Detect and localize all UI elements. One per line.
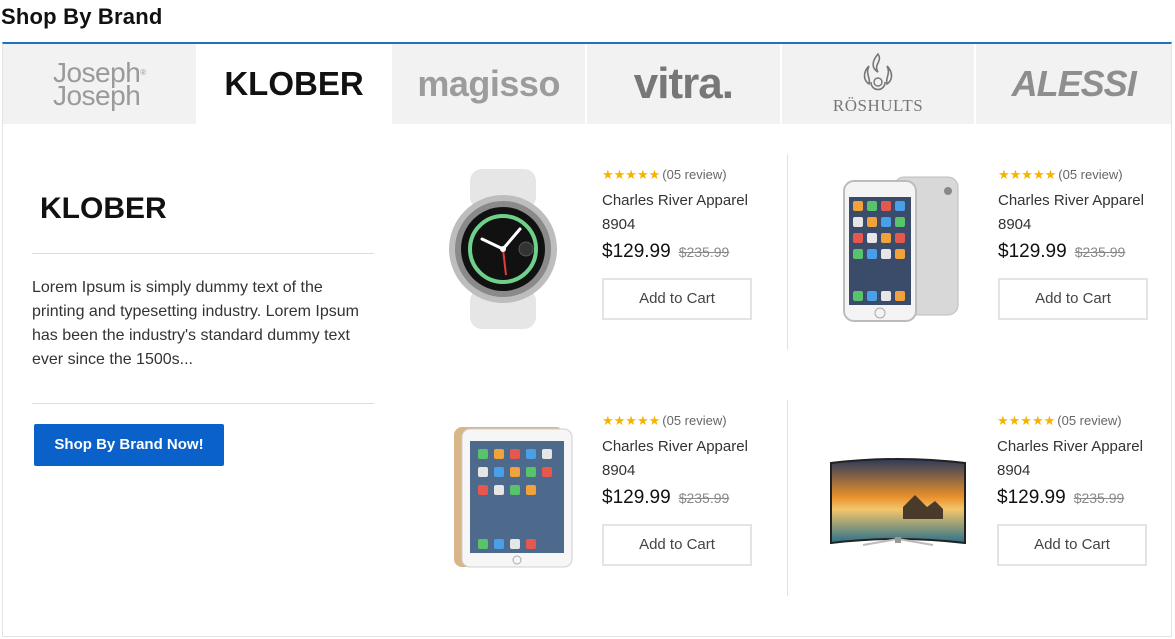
add-to-cart-button[interactable]: Add to Cart [602, 278, 752, 320]
tablet-icon [454, 427, 573, 568]
current-price: $129.99 [998, 241, 1067, 262]
add-to-cart-button[interactable]: Add to Cart [998, 278, 1148, 320]
product-image-smartwatch[interactable] [423, 164, 583, 334]
add-to-cart-button[interactable]: Add to Cart [997, 524, 1147, 566]
brand-tab-vitra[interactable]: vitra. [587, 44, 782, 124]
brand-info: KLOBER Lorem Ipsum is simply dummy text … [32, 164, 374, 466]
smartphone-icon [843, 176, 959, 322]
shop-by-brand-button[interactable]: Shop By Brand Now! [34, 424, 224, 466]
product-info: ★★★★★ (05 review) Charles River Apparel 8… [997, 413, 1175, 566]
product-image-tablet[interactable] [423, 410, 583, 580]
star-rating-icons: ★★★★★ [997, 413, 1056, 428]
brand-tab-josephjoseph[interactable]: Joseph® Joseph [3, 44, 198, 124]
roshults-wordmark: RÖSHULTS [832, 96, 924, 115]
product-info: ★★★★★ (05 review) Charles River Apparel 8… [998, 167, 1175, 320]
product-card[interactable]: ★★★★★ (05 review) Charles River Apparel 8… [413, 400, 793, 590]
klober-logo: KLOBER [224, 65, 364, 102]
product-info: ★★★★★ (05 review) Charles River Apparel 8… [602, 413, 782, 566]
magisso-logo: magisso [417, 63, 560, 104]
old-price: $235.99 [1074, 244, 1126, 260]
rating: ★★★★★ (05 review) [998, 167, 1175, 183]
product-name[interactable]: Charles River Apparel 8904 [602, 435, 782, 483]
review-count[interactable]: (05 review) [1058, 167, 1122, 182]
product-price: $129.99 $235.99 [997, 487, 1175, 509]
star-rating-icons: ★★★★★ [998, 167, 1057, 182]
brand-tab-roshults[interactable]: RÖSHULTS [781, 44, 977, 124]
brand-panel: Joseph® Joseph KLOBER magisso vitra. RÖS… [2, 42, 1172, 637]
product-card[interactable]: ★★★★★ (05 review) Charles River Apparel 8… [413, 154, 793, 344]
product-image-curved-tv[interactable] [818, 410, 978, 580]
current-price: $129.99 [602, 487, 671, 508]
rating: ★★★★★ (05 review) [602, 167, 782, 183]
rating: ★★★★★ (05 review) [602, 413, 782, 429]
flame-icon [863, 52, 893, 91]
product-price: $129.99 $235.99 [602, 241, 782, 263]
product-card[interactable]: ★★★★★ (05 review) Charles River Apparel 8… [808, 400, 1175, 590]
review-count[interactable]: (05 review) [662, 167, 726, 182]
brand-tab-alessi[interactable]: ALESSI [976, 44, 1172, 124]
product-image-smartphone[interactable] [819, 164, 979, 334]
josephjoseph-logo: Joseph® Joseph [52, 59, 146, 111]
product-info: ★★★★★ (05 review) Charles River Apparel 8… [602, 167, 782, 320]
product-price: $129.99 $235.99 [602, 487, 782, 509]
product-price: $129.99 $235.99 [998, 241, 1175, 263]
brand-tab-klober[interactable]: KLOBER [197, 44, 393, 124]
brand-description: Lorem Ipsum is simply dummy text of the … [32, 254, 374, 404]
brand-tabs: Joseph® Joseph KLOBER magisso vitra. RÖS… [3, 44, 1172, 124]
roshults-logo: RÖSHULTS [833, 52, 923, 116]
old-price: $235.99 [678, 244, 730, 260]
old-price: $235.99 [678, 490, 730, 506]
review-count[interactable]: (05 review) [662, 413, 726, 428]
product-name[interactable]: Charles River Apparel 8904 [602, 189, 782, 237]
alessi-logo: ALESSI [1011, 63, 1137, 104]
old-price: $235.99 [1073, 490, 1125, 506]
registered-mark: ® [140, 68, 146, 77]
product-name[interactable]: Charles River Apparel 8904 [997, 435, 1175, 483]
review-count[interactable]: (05 review) [1057, 413, 1121, 428]
star-rating-icons: ★★★★★ [602, 413, 661, 428]
vitra-logo: vitra. [633, 59, 734, 108]
product-name[interactable]: Charles River Apparel 8904 [998, 189, 1175, 237]
featured-brand-logo: KLOBER [32, 164, 374, 254]
brand-tab-magisso[interactable]: magisso [392, 44, 588, 124]
current-price: $129.99 [602, 241, 671, 262]
star-rating-icons: ★★★★★ [602, 167, 661, 182]
current-price: $129.99 [997, 487, 1066, 508]
section-title: Shop By Brand [1, 4, 163, 29]
curved-tv-icon [830, 458, 966, 546]
josephjoseph-logo-line2: Joseph [52, 80, 141, 111]
smartwatch-icon [449, 169, 557, 329]
product-grid: ★★★★★ (05 review) Charles River Apparel 8… [413, 154, 1173, 596]
product-card[interactable]: ★★★★★ (05 review) Charles River Apparel 8… [809, 154, 1175, 344]
add-to-cart-button[interactable]: Add to Cart [602, 524, 752, 566]
rating: ★★★★★ (05 review) [997, 413, 1175, 429]
